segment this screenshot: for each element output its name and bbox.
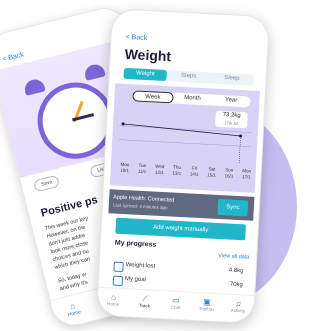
day-label: Sun 16/1 bbox=[224, 167, 234, 179]
scale-icon bbox=[113, 261, 124, 273]
tab-steps[interactable]: Steps bbox=[167, 70, 211, 83]
marker-line bbox=[238, 136, 241, 165]
day-label: Fri 14/1 bbox=[189, 165, 199, 177]
health-connection-banner: Apple Health: Connected Last synced: 4 m… bbox=[108, 189, 255, 221]
clock-bell-right bbox=[82, 62, 106, 81]
clock-bell-left bbox=[22, 77, 46, 96]
weight-chart: Week Month Year 73.2kg 17th Jul Mon 10/1 … bbox=[109, 83, 260, 193]
tab-activity[interactable]: ♫ Activity bbox=[222, 294, 255, 324]
day-label: Thu 13/1 bbox=[172, 164, 182, 176]
health-status-subtitle: Last synced: 4 minutes ago bbox=[112, 202, 168, 211]
value-tooltip: 73.2kg 17th Jul bbox=[215, 110, 248, 129]
day-label: Wed 12/1 bbox=[154, 163, 165, 176]
tab-home[interactable]: ⌂ Home bbox=[97, 288, 130, 318]
day-label: Sat 15/1 bbox=[207, 166, 217, 178]
tab-chat[interactable]: ▭ Chat bbox=[159, 291, 192, 321]
row-label: My goal bbox=[124, 276, 147, 284]
tab-sleep[interactable]: Sleep bbox=[210, 72, 254, 85]
tab-toolbox[interactable]: ▣ Toolbox bbox=[190, 293, 223, 323]
row-value: 70kg bbox=[229, 281, 243, 289]
day-label: Mon 10/1 bbox=[120, 161, 130, 174]
add-weight-button[interactable]: Add weight manually bbox=[115, 217, 246, 241]
back-link[interactable]: < Back bbox=[125, 34, 147, 42]
metric-tabs: Weight Steps Sleep bbox=[123, 67, 254, 86]
page-title: Weight bbox=[124, 45, 172, 65]
day-label: Tue 11/1 bbox=[137, 162, 147, 175]
view-all-link[interactable]: View all data bbox=[218, 253, 249, 261]
data-point[interactable] bbox=[121, 122, 125, 126]
progress-heading: My progress bbox=[114, 239, 157, 249]
row-value: 4.8kg bbox=[228, 267, 244, 275]
tab-home[interactable]: ⌂ Home bbox=[62, 300, 85, 319]
sync-button[interactable]: Sync bbox=[217, 198, 249, 217]
day-label: Mon 17/1 bbox=[241, 168, 252, 180]
row-label: Weight lost bbox=[125, 262, 156, 270]
phone-weight: < Back Weight Weight Steps Sleep Week Mo… bbox=[95, 8, 270, 324]
save-button[interactable]: Save bbox=[32, 174, 61, 193]
flag-icon bbox=[112, 275, 124, 287]
gridline bbox=[118, 139, 252, 147]
tab-track[interactable]: ⟋ Track bbox=[128, 289, 161, 319]
tab-weight[interactable]: Weight bbox=[123, 67, 168, 82]
back-link[interactable]: < Back bbox=[2, 51, 25, 63]
